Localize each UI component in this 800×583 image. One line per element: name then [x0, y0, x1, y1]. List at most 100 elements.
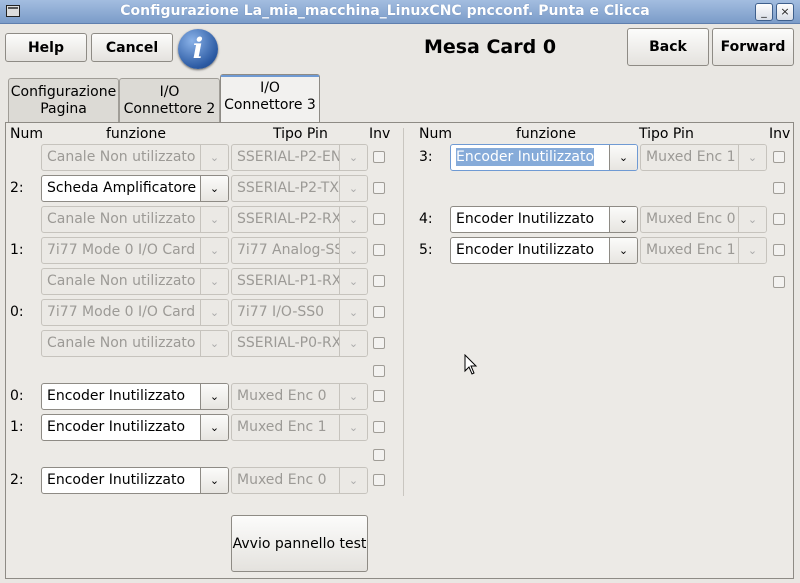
pin-type-combo-value: Muxed Enc 0	[646, 211, 736, 227]
chevron-down-icon[interactable]: ⌄	[200, 145, 228, 170]
chevron-down-icon[interactable]: ⌄	[200, 238, 228, 263]
chevron-down-icon[interactable]: ⌄	[609, 145, 637, 170]
selected-text: Encoder Inutilizzato	[456, 148, 595, 166]
function-combo[interactable]: Encoder Inutilizzato ⌄	[450, 206, 638, 233]
window-menu-icon[interactable]	[6, 5, 20, 17]
inv-checkbox[interactable]	[773, 182, 785, 194]
tab-label: Connettore 3	[224, 97, 316, 113]
tab-io-connettore-2[interactable]: I/O Connettore 2	[119, 78, 220, 122]
function-combo[interactable]: Encoder Inutilizzato ⌄	[450, 237, 638, 264]
chevron-down-icon[interactable]: ⌄	[339, 238, 367, 263]
pin-type-combo[interactable]: Muxed Enc 0 ⌄	[640, 206, 767, 233]
minimize-button[interactable]: _	[755, 3, 773, 21]
chevron-down-icon[interactable]: ⌄	[339, 331, 367, 356]
inv-checkbox[interactable]	[373, 365, 385, 377]
back-button[interactable]: Back	[627, 28, 709, 66]
pin-type-combo[interactable]: SSERIAL-P0-RX ⌄	[231, 330, 368, 357]
function-combo-value: Encoder Inutilizzato	[451, 145, 609, 170]
chevron-down-icon[interactable]: ⌄	[339, 300, 367, 325]
pin-type-combo[interactable]: 7i77 Analog-SS1⌄	[231, 237, 368, 264]
header-pin-type: Tipo Pin	[639, 126, 694, 142]
pin-type-combo[interactable]: Muxed Enc 0 ⌄	[231, 467, 368, 494]
function-combo[interactable]: Encoder Inutilizzato ⌄	[450, 144, 638, 171]
chevron-down-icon[interactable]: ⌄	[200, 300, 228, 325]
chevron-down-icon[interactable]: ⌄	[339, 384, 367, 409]
chevron-down-icon[interactable]: ⌄	[200, 468, 228, 493]
inv-checkbox[interactable]	[773, 213, 785, 225]
pin-type-combo[interactable]: Muxed Enc 1 ⌄	[231, 414, 368, 441]
pin-type-combo[interactable]: SSERIAL-P2-RX ⌄	[231, 206, 368, 233]
inv-checkbox[interactable]	[373, 244, 385, 256]
inv-checkbox[interactable]	[373, 474, 385, 486]
function-combo[interactable]: Canale Non utilizzato ⌄	[41, 144, 229, 171]
chevron-down-icon[interactable]: ⌄	[738, 238, 766, 263]
pin-type-combo[interactable]: Muxed Enc 1 ⌄	[640, 144, 767, 171]
inv-checkbox[interactable]	[373, 306, 385, 318]
inv-checkbox[interactable]	[373, 421, 385, 433]
pin-type-combo[interactable]: SSERIAL-P1-RX ⌄	[231, 268, 368, 295]
function-combo-value: Encoder Inutilizzato	[47, 419, 186, 435]
inv-checkbox[interactable]	[373, 213, 385, 225]
pin-type-combo[interactable]: Muxed Enc 0 ⌄	[231, 383, 368, 410]
help-button[interactable]: Help	[5, 33, 87, 62]
pin-type-combo-value: Muxed Enc 1	[646, 242, 736, 258]
function-combo[interactable]: Encoder Inutilizzato ⌄	[41, 467, 229, 494]
pin-type-combo[interactable]: Muxed Enc 1 ⌄	[640, 237, 767, 264]
pin-type-combo-value: 7i77 I/O-SS0	[237, 304, 325, 320]
test-panel-button[interactable]: Avvio pannello test	[231, 515, 368, 572]
chevron-down-icon[interactable]: ⌄	[200, 384, 228, 409]
pin-type-combo-value: SSERIAL-P2-EN	[237, 149, 339, 165]
inv-checkbox[interactable]	[373, 151, 385, 163]
function-combo[interactable]: Scheda Amplificatore 8i ⌄	[41, 175, 229, 202]
function-combo[interactable]: Canale Non utilizzato ⌄	[41, 206, 229, 233]
chevron-down-icon[interactable]: ⌄	[200, 269, 228, 294]
function-combo[interactable]: 7i77 Mode 0 I/O Card ⌄	[41, 237, 229, 264]
chevron-down-icon[interactable]: ⌄	[339, 207, 367, 232]
inv-checkbox[interactable]	[373, 390, 385, 402]
tab-configurazione-pagina[interactable]: Configurazione Pagina	[8, 78, 119, 122]
inv-checkbox[interactable]	[773, 276, 785, 288]
chevron-down-icon[interactable]: ⌄	[738, 145, 766, 170]
header-function: funzione	[106, 126, 166, 142]
function-combo[interactable]: Canale Non utilizzato ⌄	[41, 330, 229, 357]
chevron-down-icon[interactable]: ⌄	[339, 145, 367, 170]
forward-button[interactable]: Forward	[712, 28, 794, 66]
pin-type-combo[interactable]: SSERIAL-P2-EN ⌄	[231, 144, 368, 171]
function-combo[interactable]: 7i77 Mode 0 I/O Card ⌄	[41, 299, 229, 326]
tab-io-connettore-3[interactable]: I/O Connettore 3	[220, 74, 320, 122]
info-icon[interactable]: i	[178, 29, 218, 69]
cancel-button[interactable]: Cancel	[91, 33, 173, 62]
pin-type-combo-value: Muxed Enc 0	[237, 472, 327, 488]
chevron-down-icon[interactable]: ⌄	[339, 415, 367, 440]
chevron-down-icon[interactable]: ⌄	[339, 468, 367, 493]
function-combo[interactable]: Encoder Inutilizzato ⌄	[41, 414, 229, 441]
row-number: 1:	[10, 419, 24, 435]
pin-type-combo[interactable]: 7i77 I/O-SS0 ⌄	[231, 299, 368, 326]
inv-checkbox[interactable]	[373, 182, 385, 194]
chevron-down-icon[interactable]: ⌄	[609, 238, 637, 263]
header-pin-type: Tipo Pin	[273, 126, 328, 142]
tab-label: Pagina	[40, 101, 87, 117]
inv-checkbox[interactable]	[373, 449, 385, 461]
row-number: 2:	[10, 472, 24, 488]
chevron-down-icon[interactable]: ⌄	[200, 176, 228, 201]
inv-checkbox[interactable]	[373, 275, 385, 287]
inv-checkbox[interactable]	[373, 337, 385, 349]
function-combo[interactable]: Canale Non utilizzato ⌄	[41, 268, 229, 295]
close-button[interactable]: ×	[776, 3, 794, 21]
chevron-down-icon[interactable]: ⌄	[200, 331, 228, 356]
inv-checkbox[interactable]	[773, 151, 785, 163]
chevron-down-icon[interactable]: ⌄	[339, 176, 367, 201]
chevron-down-icon[interactable]: ⌄	[200, 207, 228, 232]
function-combo[interactable]: Encoder Inutilizzato ⌄	[41, 383, 229, 410]
chevron-down-icon[interactable]: ⌄	[609, 207, 637, 232]
chevron-down-icon[interactable]: ⌄	[738, 207, 766, 232]
function-combo-value: 7i77 Mode 0 I/O Card	[47, 304, 196, 320]
pin-type-combo[interactable]: SSERIAL-P2-TX ⌄	[231, 175, 368, 202]
chevron-down-icon[interactable]: ⌄	[339, 269, 367, 294]
chevron-down-icon[interactable]: ⌄	[200, 415, 228, 440]
tab-label: Connettore 2	[123, 101, 216, 117]
row-number: 3:	[419, 149, 433, 165]
inv-checkbox[interactable]	[773, 244, 785, 256]
row-number: 5:	[419, 242, 433, 258]
